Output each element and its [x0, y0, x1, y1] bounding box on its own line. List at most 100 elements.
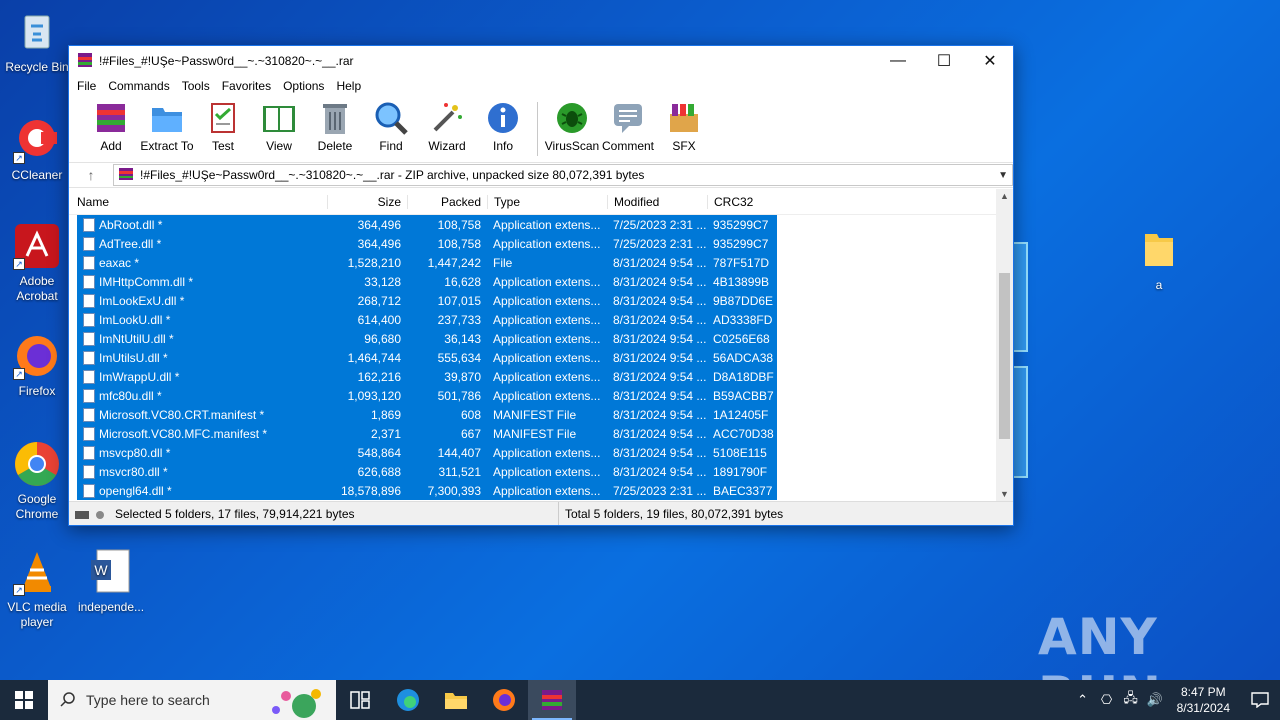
view-book-icon	[261, 100, 297, 136]
file-icon	[83, 312, 95, 327]
table-row[interactable]: ImLookExU.dll * 268,712 107,015 Application…	[77, 291, 777, 310]
column-modified[interactable]: Modified	[607, 194, 707, 209]
file-size-text: 268,712	[357, 293, 401, 308]
file-crc32: 1891790F	[707, 465, 777, 479]
scroll-down-icon[interactable]: ▼	[996, 489, 1013, 499]
shortcut-arrow-icon: ↗	[13, 368, 25, 380]
desktop-icon-word-document[interactable]: W independe...	[74, 548, 148, 615]
table-row[interactable]: IMHttpComm.dll * 33,128 16,628 Application …	[77, 272, 777, 291]
column-packed[interactable]: Packed	[407, 194, 487, 209]
desktop-icon-firefox[interactable]: ↗ Firefox	[0, 332, 74, 399]
table-row[interactable]: msvcp80.dll * 548,864 144,407 Application e…	[77, 443, 777, 462]
desktop-icon-google-chrome[interactable]: Google Chrome	[0, 440, 74, 522]
desktop-icon-folder-a[interactable]: a	[1122, 226, 1196, 293]
column-type[interactable]: Type	[487, 194, 607, 209]
file-list-header: Name Size Packed Type Modified CRC32	[69, 189, 1013, 215]
chevron-down-icon[interactable]: ▼	[998, 170, 1008, 181]
wizard-label: Wizard	[428, 139, 466, 153]
virusscan-label: VirusScan	[544, 139, 600, 153]
taskbar-file-explorer[interactable]	[432, 680, 480, 720]
volume-icon[interactable]: 🔊	[1143, 692, 1167, 708]
file-type-text: Application extens...	[493, 236, 601, 251]
extract-to-button[interactable]: Extract To	[139, 100, 195, 153]
file-modified-text: 7/25/2023 2:31 ...	[613, 236, 707, 251]
table-row[interactable]: eaxac * 1,528,210 1,447,242 File 8/31/2024 9…	[77, 253, 777, 272]
desktop-icon-vlc[interactable]: ↗ VLC media player	[0, 548, 74, 630]
title-bar[interactable]: !#Files_#!UŞe~Passw0rd__~.~310820~.~__.r…	[69, 46, 1013, 76]
table-row[interactable]: mfc80u.dll * 1,093,120 501,786 Application …	[77, 386, 777, 405]
notification-icon[interactable]	[1240, 680, 1280, 720]
archive-path-field[interactable]: !#Files_#!UŞe~Passw0rd__~.~310820~.~__.r…	[113, 164, 1013, 186]
file-crc32-text: D8A18DBF	[713, 369, 774, 384]
view-button[interactable]: View	[251, 100, 307, 153]
column-crc32[interactable]: CRC32	[707, 194, 777, 209]
file-size: 18,578,896	[327, 484, 407, 498]
wizard-button[interactable]: Wizard	[419, 100, 475, 153]
search-highlight-globe-icon	[264, 684, 330, 720]
menu-help[interactable]: Help	[332, 79, 369, 93]
delete-button[interactable]: Delete	[307, 100, 363, 153]
taskbar-search-box[interactable]: Type here to search	[48, 680, 336, 720]
table-row[interactable]: Microsoft.VC80.CRT.manifest * 1,869 608 MAN…	[77, 405, 777, 424]
scroll-thumb[interactable]	[999, 273, 1010, 439]
vertical-scrollbar[interactable]: ▲ ▼	[996, 189, 1013, 501]
start-button[interactable]	[0, 680, 48, 720]
file-crc32: BAEC3377	[707, 484, 777, 498]
table-row[interactable]: AdTree.dll * 364,496 108,758 Application ex…	[77, 234, 777, 253]
chevron-up-icon[interactable]: ⌃	[1071, 692, 1095, 708]
clock[interactable]: 8:47 PM 8/31/2024	[1167, 684, 1240, 716]
up-arrow-icon[interactable]: ↑	[69, 167, 113, 183]
usb-device-icon[interactable]: ⎔	[1095, 692, 1119, 708]
table-row[interactable]: ImLookU.dll * 614,400 237,733 Application e…	[77, 310, 777, 329]
file-packed-text: 108,758	[437, 236, 481, 251]
search-placeholder: Type here to search	[86, 692, 210, 708]
file-type-text: MANIFEST File	[493, 426, 577, 441]
file-type-text: Application extens...	[493, 445, 601, 460]
desktop-icon-ccleaner[interactable]: ↗ CCleaner	[0, 116, 74, 183]
table-row[interactable]: msvcr80.dll * 626,688 311,521 Application e…	[77, 462, 777, 481]
sfx-button[interactable]: SFX	[656, 100, 712, 153]
file-size-text: 2,371	[370, 426, 401, 441]
taskbar-firefox[interactable]	[480, 680, 528, 720]
close-icon[interactable]: ✕	[967, 46, 1013, 76]
file-name-text: Microsoft.VC80.CRT.manifest *	[99, 407, 265, 422]
table-row[interactable]: Microsoft.VC80.MFC.manifest * 2,371 667 MAN…	[77, 424, 777, 443]
column-name[interactable]: Name	[69, 195, 327, 209]
add-button[interactable]: Add	[83, 100, 139, 153]
menu-options[interactable]: Options	[279, 79, 332, 93]
table-row[interactable]: AbRoot.dll * 364,496 108,758 Application ex…	[77, 215, 777, 234]
minimize-icon[interactable]: —	[875, 46, 921, 76]
desktop-icon-adobe-acrobat[interactable]: ↗ Adobe Acrobat	[0, 222, 74, 304]
test-button[interactable]: Test	[195, 100, 251, 153]
info-button[interactable]: Info	[475, 100, 531, 153]
find-button[interactable]: Find	[363, 100, 419, 153]
network-icon[interactable]: 🖧	[1119, 689, 1143, 711]
file-packed-text: 555,634	[437, 350, 481, 365]
file-icon	[83, 369, 95, 384]
menu-file[interactable]: File	[73, 79, 104, 93]
status-bar: Selected 5 folders, 17 files, 79,914,221…	[69, 501, 1013, 525]
file-crc32-text: 56ADCA38	[713, 350, 774, 365]
table-row[interactable]: opengl64.dll * 18,578,896 7,300,393 Applica…	[77, 481, 777, 500]
taskbar-winrar[interactable]	[528, 680, 576, 720]
maximize-icon[interactable]: ☐	[921, 46, 967, 76]
task-view-button[interactable]	[336, 680, 384, 720]
file-packed-text: 39,870	[444, 369, 481, 384]
table-row[interactable]: ImWrappU.dll * 162,216 39,870 Application e…	[77, 367, 777, 386]
comment-button[interactable]: Comment	[600, 100, 656, 153]
desktop-icon-recycle-bin[interactable]: Recycle Bin	[0, 8, 74, 75]
virusscan-button[interactable]: VirusScan	[544, 100, 600, 153]
column-size[interactable]: Size	[327, 194, 407, 209]
scroll-up-icon[interactable]: ▲	[996, 191, 1013, 201]
table-row[interactable]: ImUtilsU.dll * 1,464,744 555,634 Applicatio…	[77, 348, 777, 367]
menu-tools[interactable]: Tools	[178, 79, 218, 93]
menu-favorites[interactable]: Favorites	[218, 79, 279, 93]
table-row[interactable]: ImNtUtilU.dll * 96,680 36,143 Application e…	[77, 329, 777, 348]
taskbar-edge[interactable]	[384, 680, 432, 720]
file-size: 1,528,210	[327, 256, 407, 270]
winrar-window: !#Files_#!UŞe~Passw0rd__~.~310820~.~__.r…	[68, 45, 1014, 526]
file-icon	[83, 217, 95, 232]
file-modified-text: 8/31/2024 9:54 ...	[613, 369, 707, 384]
file-crc32: D8A18DBF	[707, 370, 777, 384]
menu-commands[interactable]: Commands	[104, 79, 177, 93]
